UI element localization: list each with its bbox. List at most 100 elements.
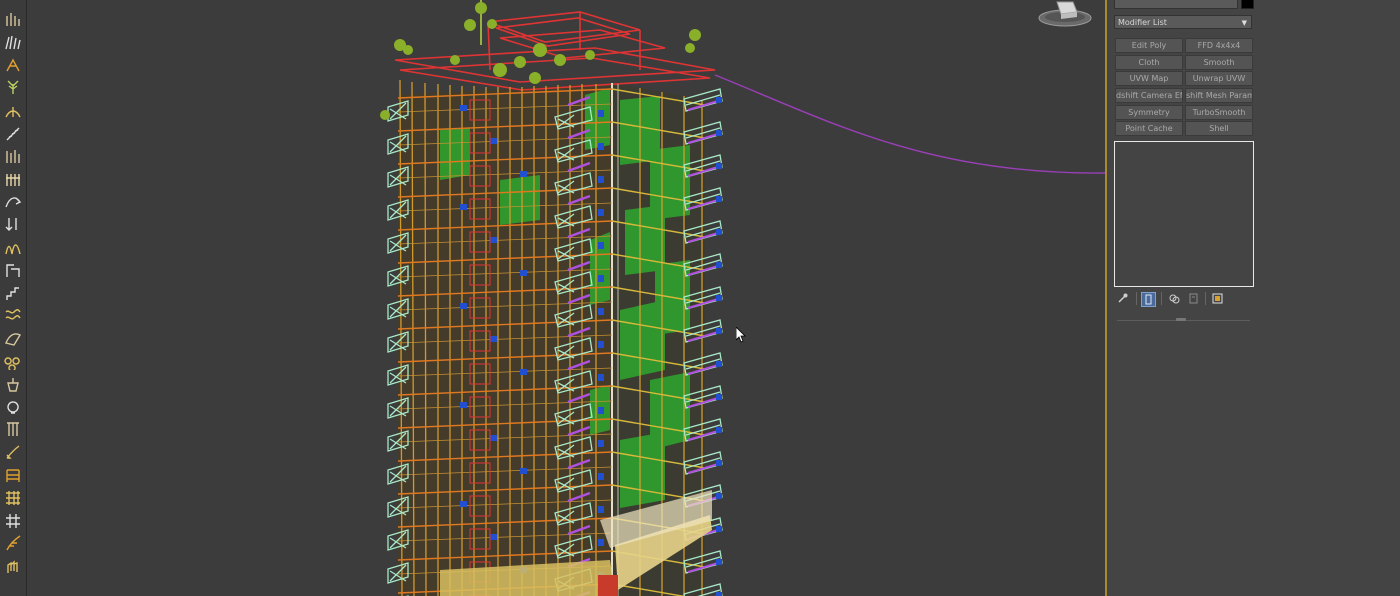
object-name-field[interactable]: [1114, 0, 1238, 9]
roof-frame[interactable]: [394, 11, 716, 91]
feather-icon[interactable]: [4, 534, 22, 552]
grid-icon[interactable]: [4, 512, 22, 530]
blue-window: [490, 138, 497, 144]
spline-curve[interactable]: [714, 74, 1105, 174]
sphere-icon[interactable]: [4, 398, 22, 416]
edit-poly-button[interactable]: Edit Poly: [1115, 38, 1183, 53]
blue-window: [598, 176, 604, 183]
curve-icon[interactable]: [4, 192, 22, 210]
uvw-map-button[interactable]: UVW Map: [1115, 71, 1183, 86]
blue-window: [716, 130, 722, 136]
blue-window: [716, 361, 722, 367]
scene-svg[interactable]: [27, 0, 1105, 596]
redshift-mesh-params-button[interactable]: shift Mesh Parame: [1185, 88, 1253, 103]
redshift-camera-effects-button[interactable]: dshift Camera Effe: [1115, 88, 1183, 103]
blue-window: [716, 262, 722, 268]
configure-modifier-sets-icon[interactable]: [1211, 292, 1224, 305]
mesh-icon[interactable]: [4, 489, 22, 507]
modifier-stack-view[interactable]: [1114, 141, 1254, 287]
modifier-list-label: Modifier List: [1118, 18, 1167, 27]
blue-window: [598, 110, 604, 117]
blue-window: [716, 427, 722, 433]
blue-window: [520, 369, 527, 375]
fence-icon[interactable]: [4, 170, 22, 188]
blue-window: [716, 559, 722, 565]
mouse-cursor-icon: [735, 326, 746, 343]
crop-icon[interactable]: [4, 261, 22, 279]
blue-window: [716, 295, 722, 301]
blue-window: [716, 460, 722, 466]
blue-window: [598, 440, 604, 447]
blue-window: [490, 534, 497, 540]
blue-window: [598, 308, 604, 315]
modifier-list-dropdown[interactable]: Modifier List ▼: [1114, 15, 1252, 29]
wing-icon[interactable]: [4, 329, 22, 347]
wave-icon[interactable]: [4, 306, 22, 324]
remove-modifier-icon[interactable]: [1187, 292, 1200, 305]
cluster-icon[interactable]: [4, 352, 22, 370]
blue-window: [716, 493, 722, 499]
blue-window: [460, 501, 467, 507]
blue-window: [460, 105, 467, 111]
blue-window: [520, 468, 527, 474]
blue-window: [598, 143, 604, 150]
blue-window: [490, 435, 497, 441]
blue-window: [598, 407, 604, 414]
blue-window: [716, 394, 722, 400]
turbosmooth-button[interactable]: TurboSmooth: [1185, 105, 1253, 120]
rack-icon[interactable]: [4, 466, 22, 484]
toolbar-separator: [1205, 292, 1206, 305]
tall-grass-icon[interactable]: [4, 238, 22, 256]
blue-window: [716, 97, 722, 103]
make-unique-icon[interactable]: [1168, 292, 1181, 305]
symmetry-button[interactable]: Symmetry: [1115, 105, 1183, 120]
divider-grip-handle[interactable]: [1176, 318, 1186, 321]
blue-window: [598, 242, 604, 249]
grass-icon[interactable]: [4, 33, 22, 51]
plant-icon[interactable]: [4, 78, 22, 96]
building-model[interactable]: [380, 0, 723, 596]
blue-window: [598, 341, 604, 348]
blue-window: [460, 204, 467, 210]
blue-window: [716, 328, 722, 334]
unwrap-uvw-button[interactable]: Unwrap UVW: [1185, 71, 1253, 86]
blue-window: [598, 209, 604, 216]
ffd-4x4x4-button[interactable]: FFD 4x4x4: [1185, 38, 1253, 53]
fern-icon[interactable]: [4, 124, 22, 142]
smooth-button[interactable]: Smooth: [1185, 55, 1253, 70]
object-color-swatch[interactable]: [1241, 0, 1254, 9]
blue-window: [716, 592, 722, 596]
perspective-viewport[interactable]: [27, 0, 1105, 596]
blue-window: [716, 229, 722, 235]
shell-button[interactable]: Shell: [1185, 121, 1253, 136]
scatter-icon[interactable]: [4, 56, 22, 74]
pillar-icon[interactable]: [4, 420, 22, 438]
point-cache-button[interactable]: Point Cache: [1115, 121, 1183, 136]
toolbar-separator: [1161, 292, 1162, 305]
brush-icon[interactable]: [4, 443, 22, 461]
toolbar-separator: [1136, 292, 1137, 305]
blue-window: [716, 163, 722, 169]
arrow-down-icon[interactable]: [4, 215, 22, 233]
blue-window: [716, 196, 722, 202]
pin-stack-icon[interactable]: [1116, 292, 1129, 305]
blue-window: [598, 374, 604, 381]
populate-icon[interactable]: [4, 10, 22, 28]
blue-window: [598, 539, 604, 546]
view-cube[interactable]: [1037, 0, 1093, 28]
blue-window: [520, 270, 527, 276]
hand-icon[interactable]: [4, 557, 22, 575]
blue-window: [598, 506, 604, 513]
blue-window: [460, 402, 467, 408]
bucket-icon[interactable]: [4, 375, 22, 393]
stair-icon[interactable]: [4, 284, 22, 302]
shrub-icon[interactable]: [4, 101, 22, 119]
reed-icon[interactable]: [4, 147, 22, 165]
cloth-button[interactable]: Cloth: [1115, 55, 1183, 70]
chevron-down-icon: ▼: [1241, 19, 1247, 27]
show-end-result-icon[interactable]: [1141, 292, 1156, 307]
blue-window: [490, 237, 497, 243]
blue-window: [716, 526, 722, 532]
blue-window: [598, 275, 604, 282]
blue-window: [598, 473, 604, 480]
